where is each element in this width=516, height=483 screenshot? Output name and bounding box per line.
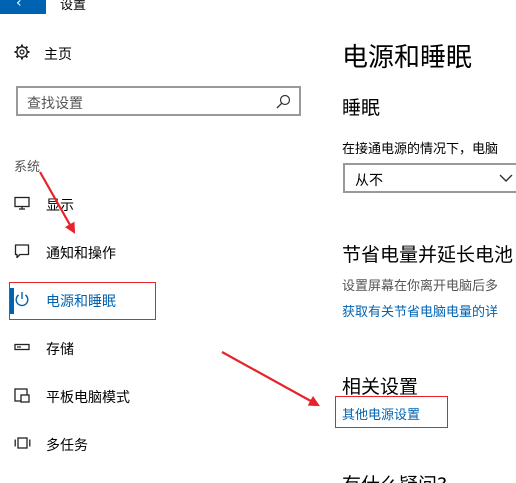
annotation-arrow-1 <box>39 171 76 234</box>
annotation-arrows <box>39 171 320 407</box>
annotation-arrow-2 <box>221 351 320 407</box>
